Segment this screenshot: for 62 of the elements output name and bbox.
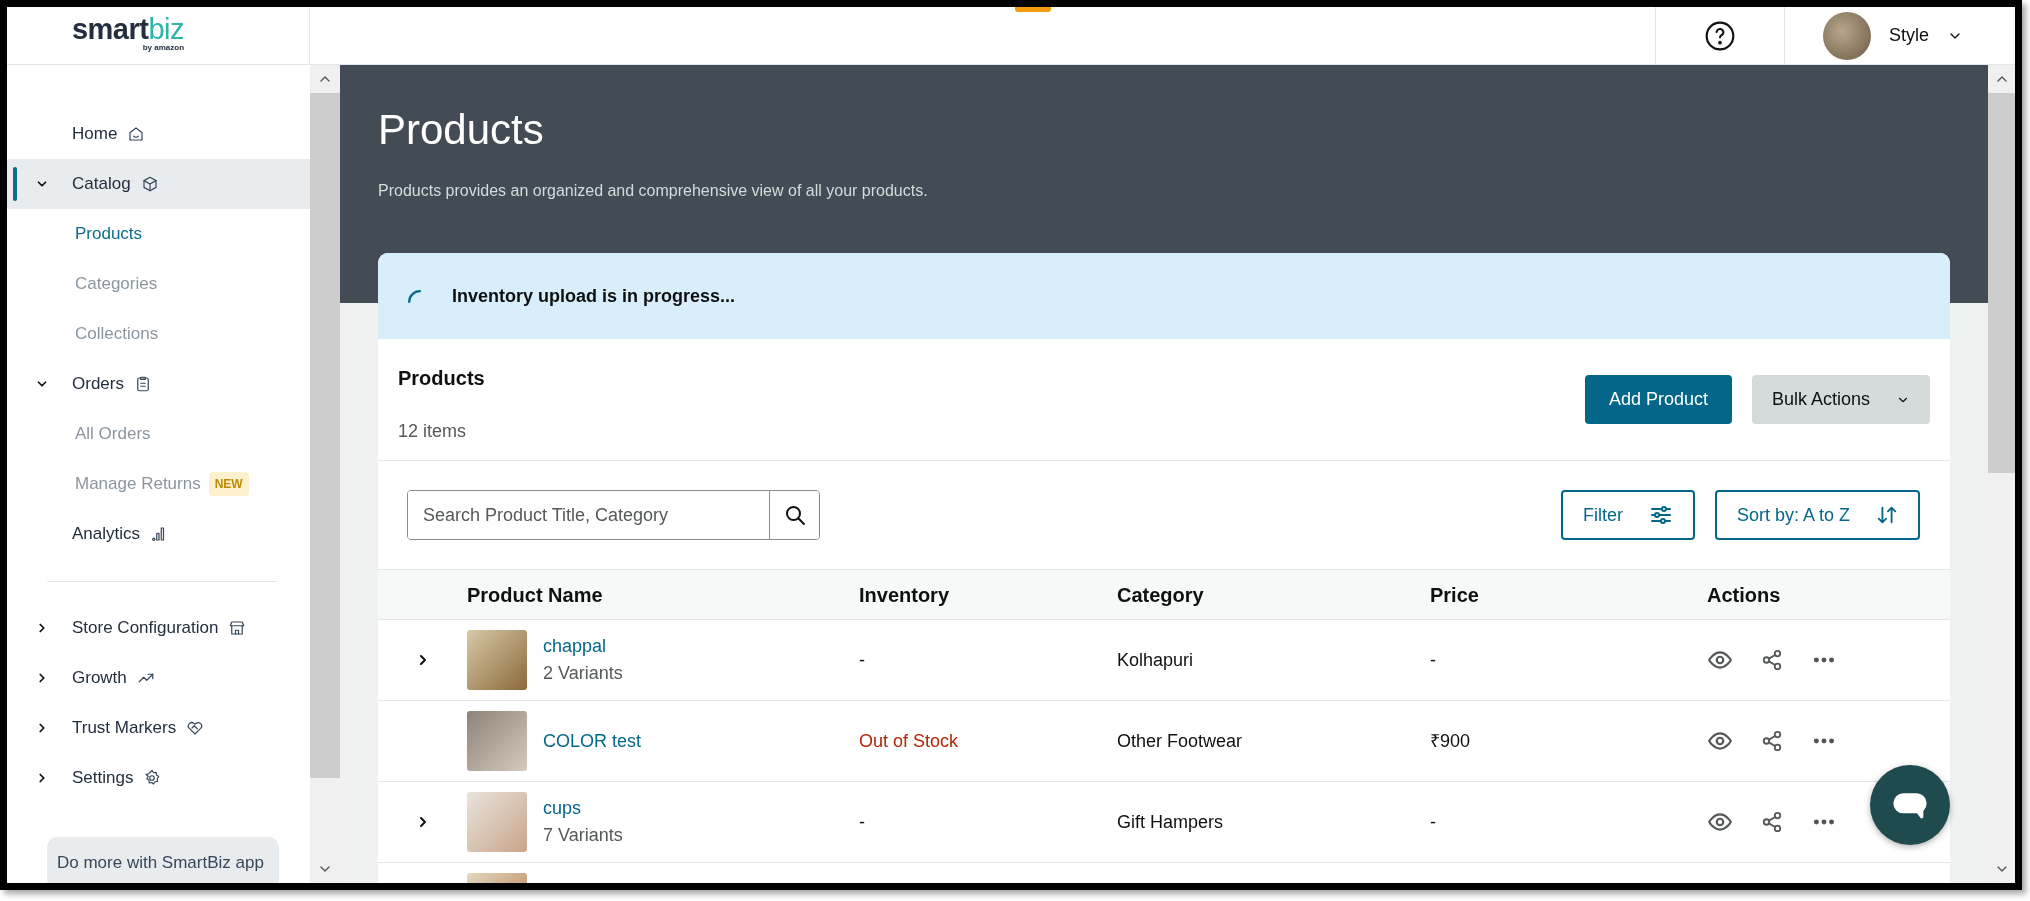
search-field[interactable]: Search Product Title, Category [407, 490, 820, 540]
avatar-photo[interactable] [1823, 11, 1871, 60]
product-link[interactable]: cups [543, 795, 623, 822]
sidebar-item[interactable]: Settings [7, 753, 310, 803]
scrollbar-thumb[interactable] [1988, 93, 2015, 473]
column-header: Inventory [859, 583, 950, 606]
category-cell: Kolhapuri [1117, 649, 1194, 670]
column-header: Product Name [467, 583, 603, 606]
variant-count: 7 Variants [543, 824, 623, 847]
page-subtitle: Products provides an organized and comprehensive view of all your products. [378, 181, 929, 202]
product-photo [467, 711, 527, 771]
search-button[interactable] [769, 491, 819, 539]
sidebar-subitem[interactable]: Products [75, 221, 143, 247]
item-count: 12 items [398, 420, 468, 443]
product-link[interactable]: COLOR test [543, 727, 642, 755]
page-title: Products [378, 105, 545, 155]
sort-icon [1876, 504, 1898, 526]
sidebar-item[interactable]: Catalog [7, 159, 310, 209]
card-title: Products [398, 366, 485, 391]
add-product-button[interactable]: Add Product [1584, 375, 1732, 424]
bulk-actions-button[interactable]: Bulk Actions [1751, 375, 1930, 424]
share-icon[interactable] [1761, 649, 1783, 671]
scrollbar-thumb[interactable] [310, 93, 340, 778]
sidebar-item[interactable]: Trust Markers [7, 703, 310, 753]
tab-marker [1015, 7, 1051, 12]
settings-icon [143, 769, 162, 787]
promo-card[interactable]: Do more with SmartBiz app [47, 837, 279, 883]
user-name[interactable]: Style [1889, 22, 1930, 49]
notice-text: Inventory upload is in progress... [452, 284, 736, 308]
column-header: Category [1117, 583, 1204, 606]
sort-button[interactable]: Sort by: A to Z [1714, 490, 1920, 540]
inventory-cell: - [859, 649, 865, 670]
help-icon[interactable] [1704, 19, 1736, 52]
new-badge: NEW [208, 472, 249, 496]
product-link[interactable]: chappal [543, 633, 623, 660]
sidebar-item[interactable]: Store Configuration [7, 603, 310, 653]
share-icon[interactable] [1761, 730, 1783, 752]
column-header: Price [1430, 583, 1479, 606]
heart-handshake-icon [186, 719, 205, 737]
sliders-icon [1648, 503, 1673, 527]
home-icon [127, 125, 146, 143]
category-cell: Other Footwear [1117, 730, 1243, 751]
price-cell: - [1430, 649, 1436, 670]
sidebar-item[interactable]: Analytics [7, 509, 310, 559]
product-photo [467, 630, 527, 690]
sidebar-item[interactable]: Home [7, 109, 310, 159]
product-photo [467, 792, 527, 852]
sidebar-item[interactable]: Orders [7, 359, 310, 409]
logo: smartbiz by amazon [71, 15, 185, 52]
variant-count: 2 Variants [543, 662, 623, 685]
cube-icon [140, 175, 159, 193]
sidebar-item[interactable]: Growth [7, 653, 310, 703]
spinner-icon [408, 289, 421, 303]
filter-button[interactable]: Filter [1560, 490, 1695, 540]
column-header: Actions [1707, 583, 1781, 606]
inventory-cell: - [859, 811, 865, 832]
price-cell: - [1430, 811, 1436, 832]
inventory-cell: Out of Stock [859, 730, 959, 751]
storefront-icon [228, 619, 247, 637]
price-cell: ₹900 [1430, 730, 1471, 751]
category-cell: Gift Hampers [1117, 811, 1224, 832]
share-icon[interactable] [1761, 811, 1783, 833]
